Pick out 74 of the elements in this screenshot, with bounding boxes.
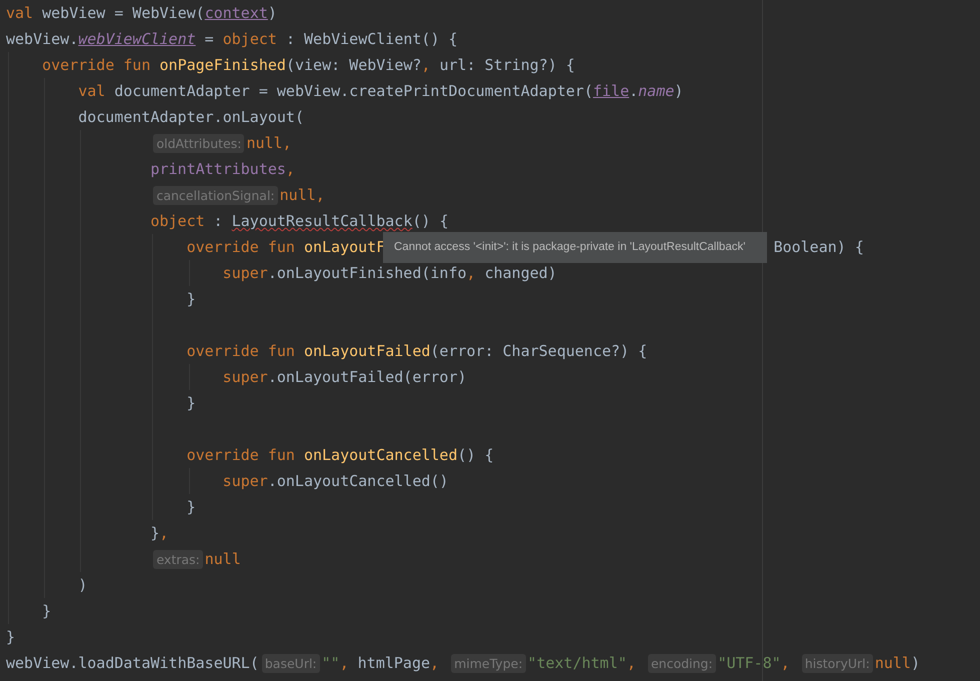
keyword: super [222, 264, 268, 282]
code-text: . [629, 82, 638, 100]
error-tooltip: Cannot access '<init>': it is package-private in 'LayoutResultCallback' [383, 232, 767, 263]
code-text: } [186, 290, 196, 308]
keyword: override fun [186, 342, 296, 360]
property-name: name [638, 82, 674, 100]
keyword: , [286, 160, 295, 178]
parameter-hint: cancellationSignal: [153, 186, 278, 205]
code-text: .onLayoutFailed(error) [268, 368, 467, 386]
code-text: (view: WebView? [286, 56, 422, 74]
string-literal: "" [322, 654, 340, 672]
keyword: override fun [186, 238, 296, 256]
parameter-hint: historyUrl: [802, 654, 873, 673]
keyword: , [780, 654, 791, 672]
property-name: file [592, 82, 630, 100]
code-text: } [42, 602, 52, 620]
string-literal: "UTF-8" [718, 654, 781, 672]
code-text: .onLayoutCancelled() [268, 472, 448, 490]
keyword: , [421, 56, 432, 74]
code-text: : WebViewClient() { [284, 30, 458, 48]
property-name: context [204, 4, 268, 22]
code-text: } [6, 628, 16, 646]
keyword: null, [246, 134, 292, 152]
function-name: onPageFinished [160, 56, 286, 74]
parameter-hint: baseUrl: [262, 654, 320, 673]
keyword: , [159, 524, 169, 542]
code-text: () { [412, 212, 448, 230]
keyword: object [222, 30, 277, 48]
code-text: = [204, 30, 215, 48]
keyword: override fun [186, 446, 296, 464]
code-text: htmlPage [358, 654, 430, 672]
code-text: } [150, 524, 160, 542]
code-text: changed) [484, 264, 557, 282]
code-text: ) [910, 654, 920, 672]
parameter-hint: extras: [153, 550, 203, 569]
function-name: onLayoutF [304, 238, 386, 256]
keyword: , [340, 654, 350, 672]
keyword: super [222, 472, 268, 490]
keyword: null, [280, 186, 325, 204]
code-text: webView.loadDataWithBaseURL( [6, 654, 259, 672]
keyword: super [222, 368, 268, 386]
keyword: , [430, 654, 440, 672]
function-name: onLayoutCancelled [304, 446, 458, 464]
parameter-hint: encoding: [648, 654, 716, 673]
code-text: webView. [6, 30, 78, 48]
property-name: printAttributes [150, 160, 286, 178]
code-text: .onLayoutFinished(info [268, 264, 467, 282]
keyword: null [874, 654, 911, 672]
parameter-hint: oldAttributes: [153, 134, 244, 153]
keyword: val [6, 4, 34, 22]
code-text: } [186, 498, 196, 516]
code-text: url: String?) { [439, 56, 575, 74]
code-text: ) [268, 4, 277, 22]
code-text: () { [458, 446, 494, 464]
function-name: onLayoutFailed [304, 342, 430, 360]
code-text: documentAdapter.onLayout( [78, 108, 304, 126]
code-text: Boolean) { [774, 238, 864, 256]
code-text: documentAdapter = webView.createPrintDocumentAdapter( [114, 82, 593, 100]
keyword: , [626, 654, 637, 672]
parameter-hint: mimeType: [451, 654, 526, 673]
code-text: : [212, 212, 224, 230]
keyword: object [150, 212, 205, 230]
code-text: (error: CharSequence?) { [430, 342, 648, 360]
code-text: } [186, 394, 196, 412]
code-text: ) [674, 82, 684, 100]
keyword: , [466, 264, 477, 282]
keyword: override fun [42, 56, 152, 74]
class-name: LayoutResultCallback [232, 212, 412, 230]
string-literal: "text/html" [528, 654, 627, 672]
code-text: ) [78, 576, 88, 594]
keyword: null [204, 550, 241, 568]
property-name: webViewClient [78, 30, 196, 48]
code-text: webView = WebView( [42, 4, 205, 22]
keyword: val [78, 82, 106, 100]
